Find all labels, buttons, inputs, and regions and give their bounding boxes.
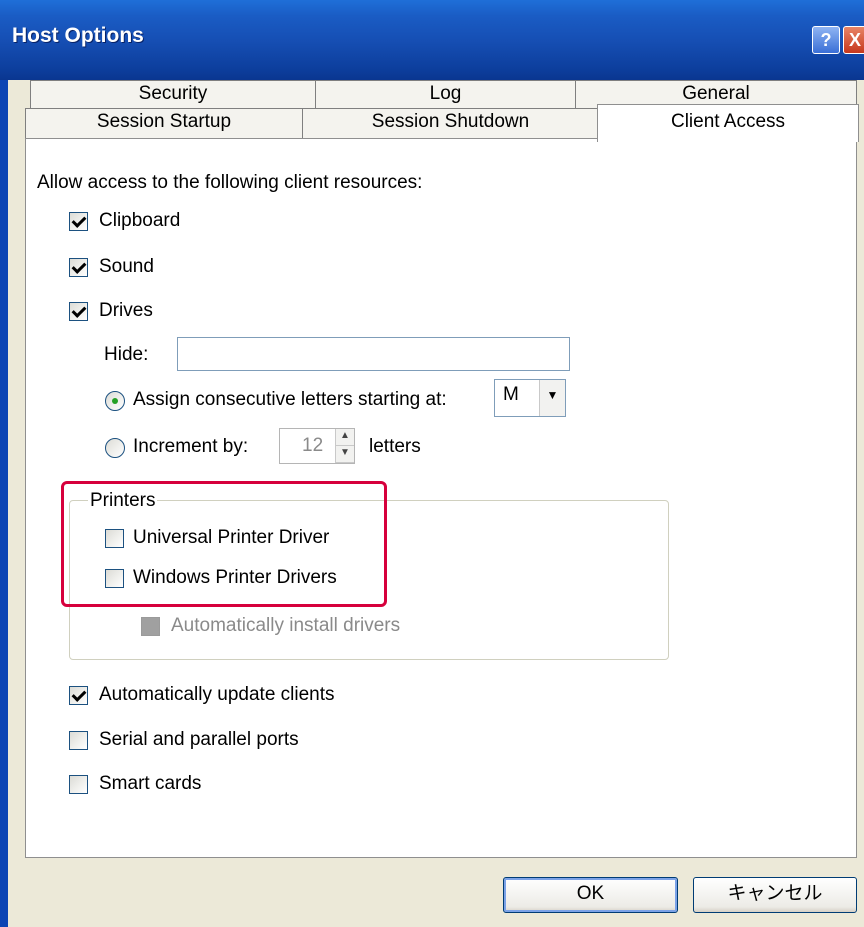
stepper-up-icon[interactable]: ▲ <box>336 429 354 446</box>
smart-cards-checkbox[interactable] <box>69 775 88 794</box>
auto-update-label[interactable]: Automatically update clients <box>99 684 335 706</box>
drives-checkbox[interactable] <box>69 302 88 321</box>
auto-install-checkbox <box>141 617 160 636</box>
host-options-dialog: Host Options ? X Security Log General Se… <box>0 0 864 927</box>
increment-label[interactable]: Increment by: <box>133 436 248 458</box>
serial-ports-label[interactable]: Serial and parallel ports <box>99 729 299 751</box>
start-letter-value: M <box>503 384 519 405</box>
ok-button[interactable]: OK <box>503 877 678 913</box>
intro-text: Allow access to the following client res… <box>37 172 423 193</box>
increment-value: 12 <box>302 435 324 456</box>
tab-session-shutdown[interactable]: Session Shutdown <box>302 108 599 138</box>
stepper-down-icon[interactable]: ▼ <box>336 446 354 463</box>
increment-radio[interactable] <box>105 438 125 458</box>
letters-label: letters <box>369 436 421 457</box>
cancel-button[interactable]: キャンセル <box>693 877 857 913</box>
tab-log[interactable]: Log <box>315 80 576 108</box>
title-bar: Host Options ? X <box>0 0 864 80</box>
auto-install-label: Automatically install drivers <box>171 615 401 636</box>
chevron-down-icon[interactable]: ▼ <box>539 380 565 416</box>
auto-update-checkbox[interactable] <box>69 686 88 705</box>
tab-client-access[interactable]: Client Access <box>597 104 859 142</box>
clipboard-checkbox[interactable] <box>69 212 88 231</box>
clipboard-label[interactable]: Clipboard <box>99 210 180 232</box>
highlight-box <box>61 481 387 607</box>
hide-label: Hide: <box>104 344 149 365</box>
sound-checkbox[interactable] <box>69 258 88 277</box>
assign-letters-label[interactable]: Assign consecutive letters starting at: <box>133 389 447 411</box>
increment-stepper[interactable]: 12 ▲ ▼ <box>279 428 355 464</box>
tab-session-startup[interactable]: Session Startup <box>25 108 303 138</box>
hide-input[interactable] <box>177 337 570 371</box>
tab-security[interactable]: Security <box>30 80 316 108</box>
help-button[interactable]: ? <box>812 26 840 54</box>
sound-label[interactable]: Sound <box>99 256 154 278</box>
serial-ports-checkbox[interactable] <box>69 731 88 750</box>
smart-cards-label[interactable]: Smart cards <box>99 773 201 795</box>
close-button[interactable]: X <box>843 26 864 54</box>
start-letter-select[interactable]: M ▼ <box>494 379 566 417</box>
window-frame <box>0 80 8 927</box>
assign-letters-radio[interactable] <box>105 391 125 411</box>
drives-label[interactable]: Drives <box>99 300 153 322</box>
window-title: Host Options <box>12 24 144 47</box>
